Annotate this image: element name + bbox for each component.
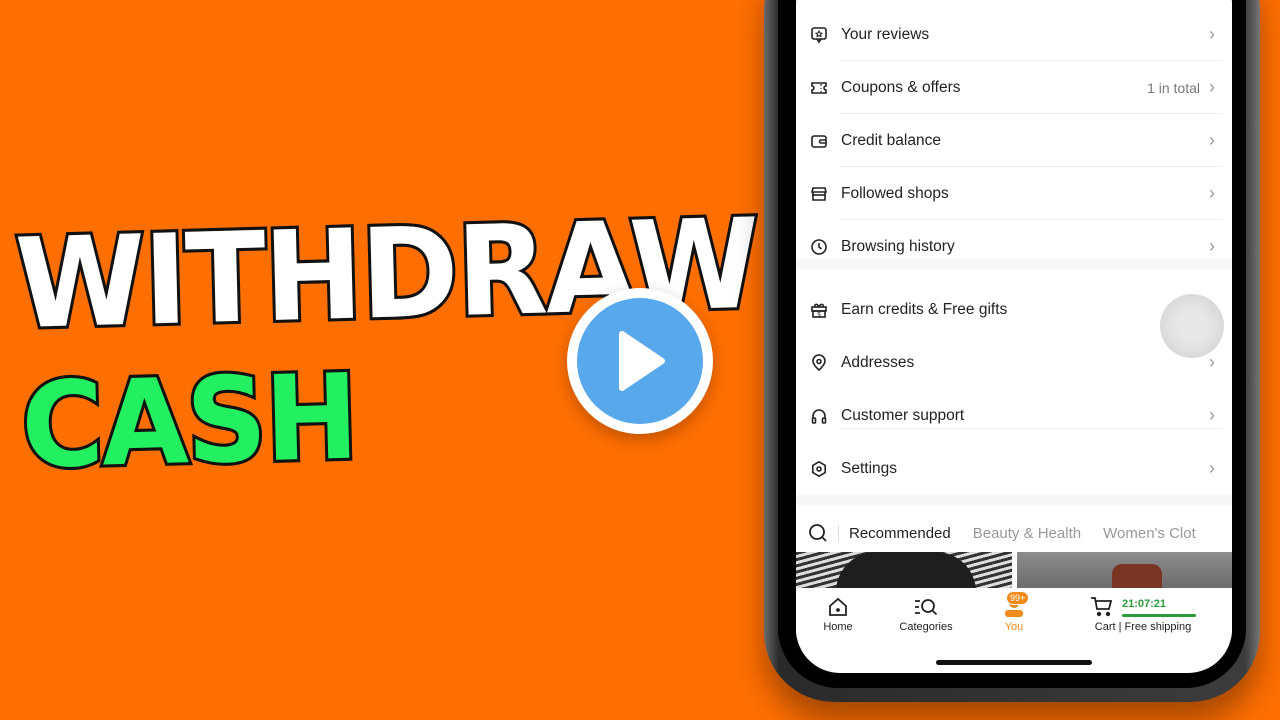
- tab-beauty-health[interactable]: Beauty & Health: [973, 525, 1081, 542]
- bottom-nav: Home Categories 99+ You Cart | Free ship…: [796, 588, 1232, 638]
- home-indicator[interactable]: [936, 660, 1092, 665]
- menu-item-your-reviews[interactable]: Your reviews ›: [796, 8, 1232, 61]
- play-button[interactable]: [567, 288, 713, 434]
- coupon-count: 1 in total: [1147, 79, 1200, 96]
- play-icon: [619, 331, 665, 391]
- user-icon: 99+: [996, 591, 1032, 618]
- shipping-timer: 21:07:21: [1122, 598, 1167, 610]
- nav-home[interactable]: Home: [820, 596, 856, 633]
- timer-progress-bar: [1122, 614, 1196, 617]
- categories-icon: [896, 596, 956, 618]
- nav-categories[interactable]: Categories: [896, 596, 956, 633]
- phone-screen: Your reviews › Coupons & offers 1 in tot…: [796, 0, 1232, 673]
- menu-item-label: Your reviews: [841, 25, 930, 43]
- chevron-right-icon: ›: [1209, 352, 1215, 372]
- gift-icon: $: [809, 300, 829, 320]
- menu-item-followed-shops[interactable]: Followed shops ›: [796, 167, 1232, 220]
- menu-item-credit-balance[interactable]: Credit balance ›: [796, 114, 1232, 167]
- touch-indicator: [1160, 294, 1224, 358]
- chevron-right-icon: ›: [1209, 183, 1215, 203]
- headline-line2: CASH: [17, 346, 362, 498]
- menu-item-label: Customer support: [841, 406, 965, 424]
- product-image[interactable]: [796, 552, 1012, 588]
- chevron-right-icon: ›: [1209, 236, 1215, 256]
- product-image[interactable]: [1016, 552, 1232, 588]
- headset-icon: [809, 406, 829, 426]
- chevron-right-icon: ›: [1209, 77, 1215, 97]
- chevron-right-icon: ›: [1209, 405, 1215, 425]
- notification-badge: 99+: [1006, 591, 1030, 605]
- tab-womens-clothing[interactable]: Women's Clot: [1103, 525, 1196, 542]
- menu-item-label: Browsing history: [841, 237, 955, 255]
- chevron-right-icon: ›: [1209, 130, 1215, 150]
- review-icon: [809, 25, 829, 45]
- menu-item-customer-support[interactable]: Customer support ›: [796, 389, 1232, 442]
- settings-icon: [809, 459, 829, 479]
- menu-item-label: Credit balance: [841, 131, 941, 149]
- menu-item-label: Followed shops: [841, 184, 949, 202]
- product-thumbnails: [796, 552, 1232, 588]
- shop-icon: [809, 184, 829, 204]
- menu-item-label: Earn credits & Free gifts: [841, 300, 1008, 318]
- nav-you[interactable]: 99+ You: [996, 591, 1032, 633]
- wallet-icon: [809, 131, 829, 151]
- menu-item-browsing-history[interactable]: Browsing history ›: [796, 220, 1232, 273]
- location-icon: [809, 353, 829, 373]
- menu-item-label: Coupons & offers: [841, 78, 961, 96]
- tab-recommended[interactable]: Recommended: [849, 525, 951, 555]
- menu-item-label: Addresses: [841, 353, 915, 371]
- category-tabs: Recommended Beauty & Health Women's Clot: [796, 515, 1232, 555]
- menu-item-coupons[interactable]: Coupons & offers 1 in total ›: [796, 61, 1232, 114]
- coupon-icon: [809, 78, 829, 98]
- menu-item-label: Settings: [841, 459, 898, 477]
- chevron-right-icon: ›: [1209, 24, 1215, 44]
- home-icon: [820, 596, 856, 618]
- clock-icon: [809, 237, 829, 257]
- search-icon[interactable]: [808, 523, 828, 543]
- menu-item-settings[interactable]: Settings ›: [796, 442, 1232, 495]
- chevron-right-icon: ›: [1209, 458, 1215, 478]
